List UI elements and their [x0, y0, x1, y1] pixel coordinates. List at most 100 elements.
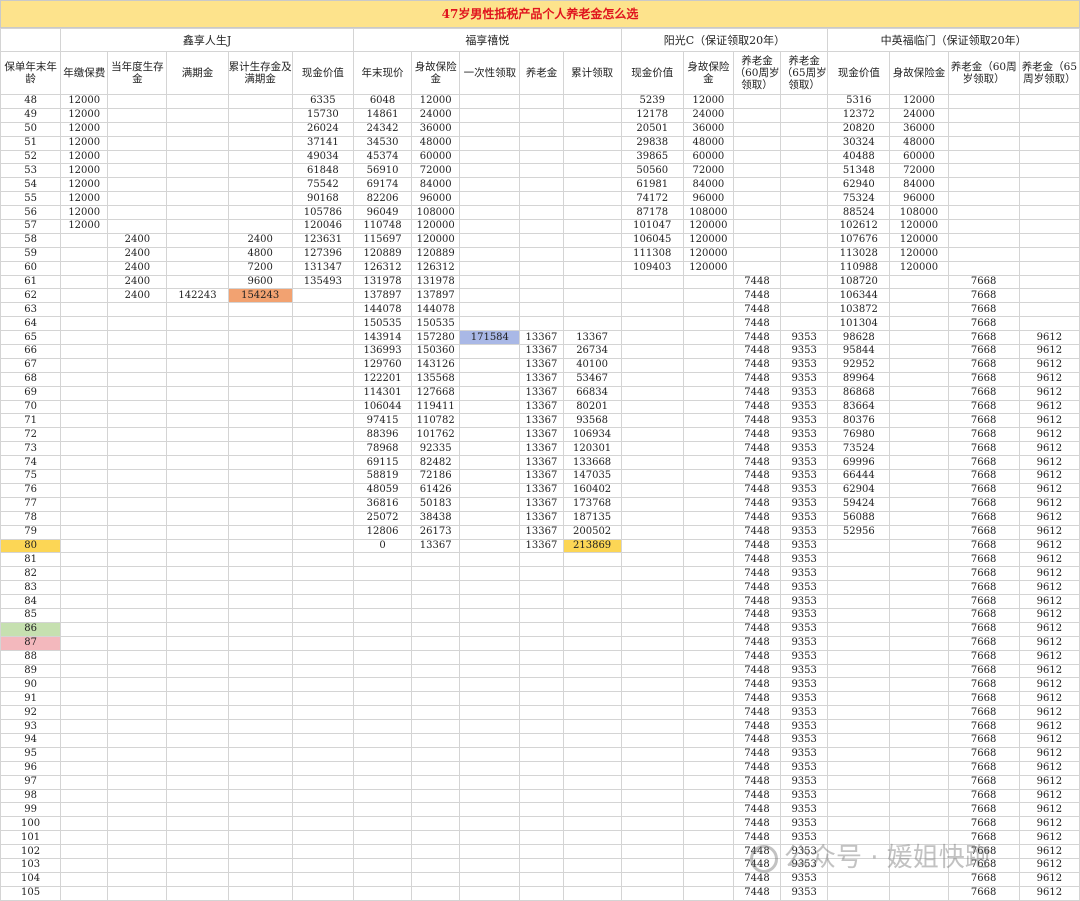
- table-cell: 6048: [352, 94, 413, 109]
- table-cell: [947, 177, 1020, 193]
- table-cell: [227, 746, 293, 762]
- table-cell: [889, 524, 949, 540]
- table-row: 96 7448 9353 7668 9612: [0, 760, 1080, 776]
- table-cell: [411, 871, 461, 887]
- table-cell: [352, 566, 413, 582]
- table-cell: 48000: [682, 135, 734, 151]
- table-cell: 93568: [562, 413, 622, 429]
- age-cell: 81: [0, 552, 62, 568]
- age-cell: 75: [0, 469, 62, 484]
- table-cell: [519, 719, 564, 734]
- table-cell: 7448: [732, 427, 782, 443]
- table-cell: [459, 482, 521, 498]
- table-cell: [732, 246, 782, 262]
- table-cell: [60, 427, 109, 443]
- table-cell: [519, 121, 564, 137]
- age-cell: 66: [0, 344, 62, 359]
- table-cell: [620, 844, 684, 859]
- table-row: 98 7448 9353 7668 9612: [0, 788, 1080, 804]
- table-cell: 12372: [827, 107, 891, 123]
- table-cell: 12000: [60, 121, 109, 137]
- table-cell: [620, 746, 684, 762]
- table-cell: [780, 232, 829, 248]
- table-cell: [107, 371, 168, 387]
- table-cell: [519, 885, 564, 901]
- table-cell: 9353: [780, 677, 829, 693]
- table-cell: [459, 94, 521, 109]
- table-cell: [411, 830, 461, 846]
- table-cell: [562, 552, 622, 568]
- table-row: 80 0 13367 13367 213869 7448 9353 7668 9612: [0, 538, 1080, 554]
- table-cell: [60, 705, 109, 721]
- table-cell: [107, 594, 168, 609]
- table-cell: [291, 607, 354, 623]
- table-cell: [291, 705, 354, 721]
- table-cell: 7668: [947, 802, 1020, 818]
- table-cell: [827, 732, 891, 748]
- table-cell: [352, 580, 413, 596]
- column-header: 身故保险金: [411, 51, 461, 95]
- table-row: 75 58819 72186 13367 147035 7448 9353 66444 7668…: [0, 469, 1080, 484]
- column-header: 现金价值: [620, 51, 684, 95]
- table-cell: 53467: [562, 371, 622, 387]
- table-cell: [562, 635, 622, 651]
- table-cell: [620, 857, 684, 873]
- table-cell: [291, 302, 354, 318]
- table-cell: 9612: [1018, 344, 1080, 359]
- table-cell: [227, 649, 293, 665]
- table-cell: [166, 802, 229, 818]
- table-cell: [682, 649, 734, 665]
- table-cell: 7448: [732, 538, 782, 554]
- age-cell: 105: [0, 885, 62, 901]
- table-cell: [60, 288, 109, 304]
- table-cell: [459, 760, 521, 776]
- table-cell: [682, 663, 734, 679]
- age-cell: 54: [0, 177, 62, 193]
- table-cell: [352, 816, 413, 832]
- table-cell: [227, 844, 293, 859]
- table-cell: [227, 330, 293, 346]
- table-cell: [620, 788, 684, 804]
- table-cell: [166, 524, 229, 540]
- table-cell: [227, 594, 293, 609]
- table-cell: [107, 330, 168, 346]
- column-header: 年末现价: [352, 51, 413, 95]
- table-cell: [166, 177, 229, 193]
- table-cell: 135568: [411, 371, 461, 387]
- table-cell: [889, 649, 949, 665]
- table-cell: 75542: [291, 177, 354, 193]
- table-cell: 7448: [732, 274, 782, 290]
- table-cell: 13367: [519, 427, 564, 443]
- table-cell: [459, 594, 521, 609]
- table-cell: [227, 121, 293, 137]
- table-cell: [682, 705, 734, 721]
- table-cell: [682, 691, 734, 707]
- table-cell: [620, 441, 684, 457]
- table-cell: [291, 830, 354, 846]
- table-cell: [459, 649, 521, 665]
- table-cell: [947, 121, 1020, 137]
- table-cell: 7668: [947, 885, 1020, 901]
- table-cell: [411, 816, 461, 832]
- table-cell: [732, 232, 782, 248]
- table-cell: 87178: [620, 205, 684, 221]
- table-cell: [889, 621, 949, 637]
- table-cell: 0: [352, 538, 413, 554]
- table-cell: [682, 538, 734, 554]
- table-cell: 9612: [1018, 330, 1080, 346]
- table-cell: 135493: [291, 274, 354, 290]
- age-cell: 55: [0, 191, 62, 207]
- table-cell: 7448: [732, 649, 782, 665]
- age-cell: 69: [0, 385, 62, 401]
- table-row: 86 7448 9353 7668 9612: [0, 621, 1080, 637]
- table-cell: [620, 719, 684, 734]
- table-cell: [620, 469, 684, 484]
- table-cell: 2400: [107, 232, 168, 248]
- age-cell: 97: [0, 774, 62, 790]
- table-cell: [227, 677, 293, 693]
- table-cell: [682, 802, 734, 818]
- table-cell: 150535: [352, 316, 413, 332]
- table-cell: [166, 427, 229, 443]
- table-cell: 120000: [682, 232, 734, 248]
- table-cell: 7448: [732, 552, 782, 568]
